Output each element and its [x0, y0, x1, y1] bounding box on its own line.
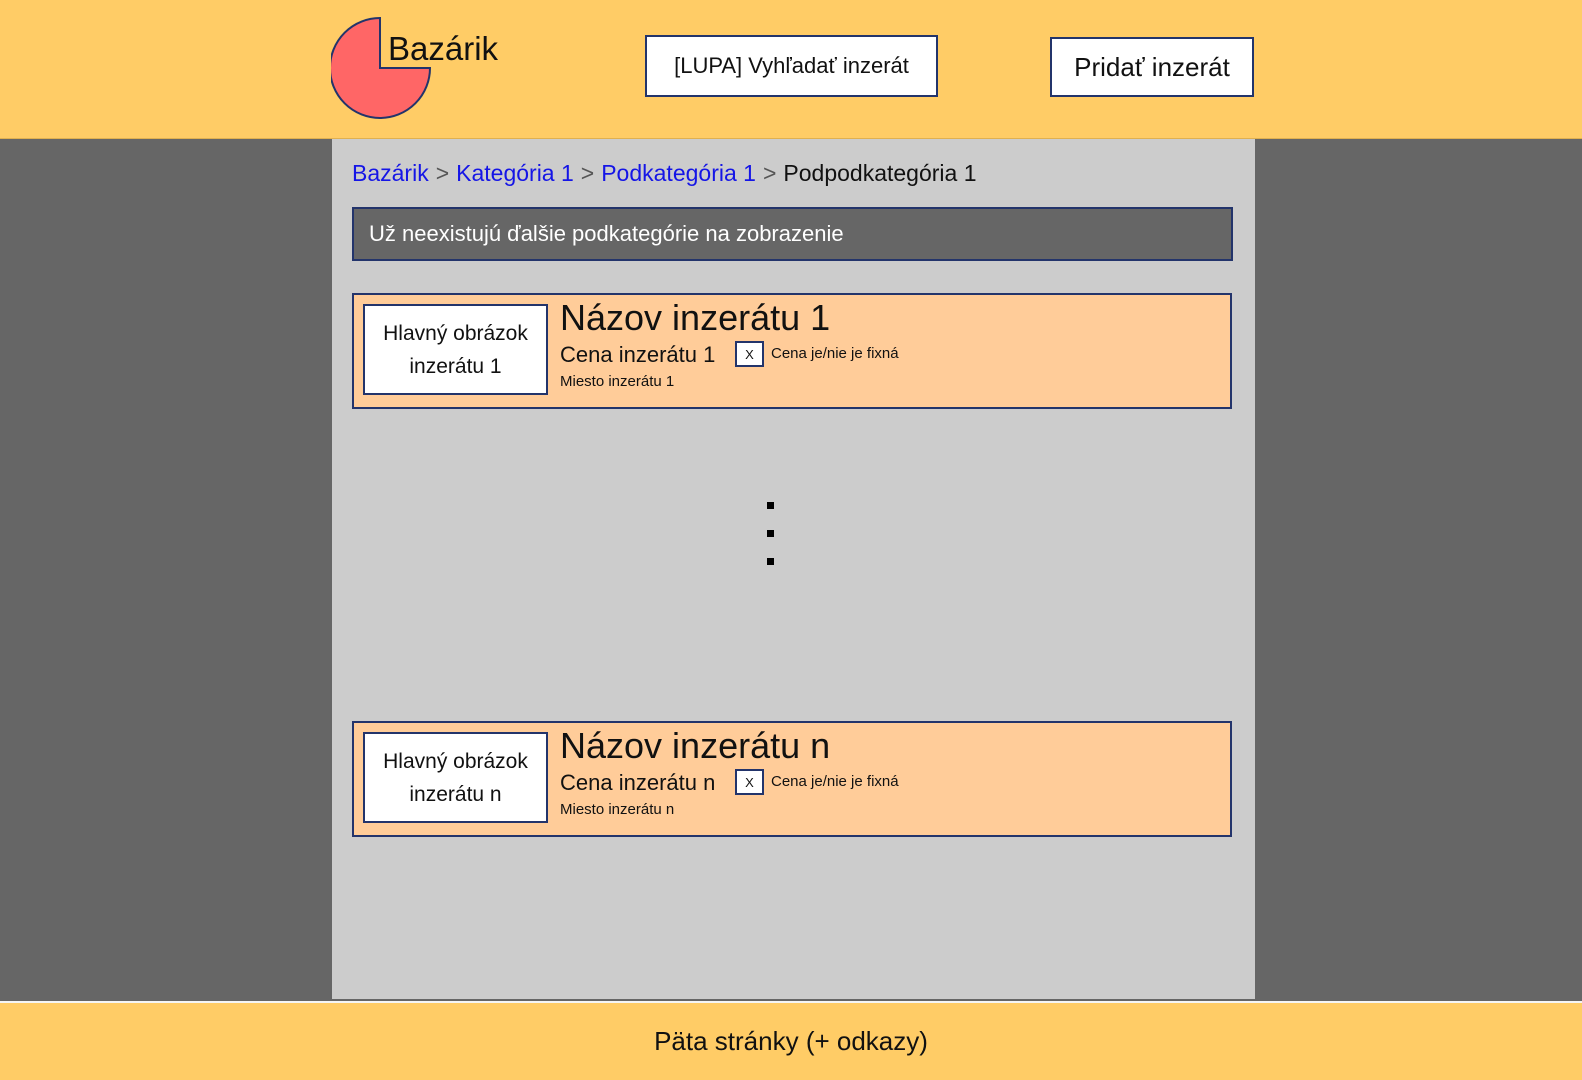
- listing-image-placeholder[interactable]: Hlavný obrázok inzerátu n: [363, 732, 548, 823]
- listing-image-label: inzerátu 1: [409, 354, 502, 378]
- price-fixed-checkbox[interactable]: X: [735, 769, 764, 795]
- listing-title[interactable]: Názov inzerátu n: [560, 725, 830, 767]
- site-title[interactable]: Bazárik: [388, 30, 498, 68]
- price-fixed-checkbox[interactable]: X: [735, 341, 764, 367]
- listing-price: Cena inzerátu 1: [560, 342, 716, 367]
- footer-text[interactable]: Päta stránky (+ odkazy): [654, 1026, 928, 1057]
- listing-image-label: inzerátu n: [409, 782, 502, 806]
- listing-image-placeholder[interactable]: Hlavný obrázok inzerátu 1: [363, 304, 548, 395]
- page: Bazárik [LUPA] Vyhľadať inzerát Pridať i…: [0, 0, 1582, 1080]
- listing-location: Miesto inzerátu 1: [560, 373, 675, 390]
- listing-location: Miesto inzerátu n: [560, 801, 675, 818]
- breadcrumb-item-current: Podpodkategória 1: [783, 160, 977, 186]
- ellipsis-dot: [767, 502, 774, 509]
- price-fixed-label: Cena je/nie je fixná: [771, 345, 899, 362]
- listing-price: Cena inzerátu n: [560, 770, 716, 795]
- main-content: Bazárik > Kategória 1 > Podkategória 1 > Podpo…: [332, 139, 1255, 999]
- breadcrumb-item-subcategory[interactable]: Podkategória 1: [601, 160, 756, 186]
- breadcrumb-separator: >: [435, 160, 450, 186]
- breadcrumb-separator: >: [580, 160, 595, 186]
- search-button[interactable]: [LUPA] Vyhľadať inzerát: [645, 35, 938, 97]
- breadcrumb-item-home[interactable]: Bazárik: [352, 160, 429, 186]
- listing-image-label: Hlavný obrázok: [383, 321, 528, 345]
- listing-image-label: Hlavný obrázok: [383, 749, 528, 773]
- add-listing-button[interactable]: Pridať inzerát: [1050, 37, 1254, 97]
- ellipsis-dot: [767, 530, 774, 537]
- ellipsis-dot: [767, 558, 774, 565]
- breadcrumb: Bazárik > Kategória 1 > Podkategória 1 > Podpo…: [352, 160, 977, 187]
- listing-title[interactable]: Názov inzerátu 1: [560, 297, 830, 339]
- no-subcategories-notice: Už neexistujú ďalšie podkategórie na zob…: [352, 207, 1233, 261]
- listing-card[interactable]: Hlavný obrázok inzerátu n Názov inzerátu…: [352, 721, 1232, 837]
- more-listings-ellipsis: [767, 502, 781, 586]
- listing-card[interactable]: Hlavný obrázok inzerátu 1 Názov inzerátu…: [352, 293, 1232, 409]
- site-header: Bazárik [LUPA] Vyhľadať inzerát Pridať i…: [0, 0, 1582, 139]
- site-footer: Päta stránky (+ odkazy): [0, 1001, 1582, 1080]
- breadcrumb-separator: >: [762, 160, 777, 186]
- price-fixed-label: Cena je/nie je fixná: [771, 773, 899, 790]
- breadcrumb-item-category[interactable]: Kategória 1: [456, 160, 574, 186]
